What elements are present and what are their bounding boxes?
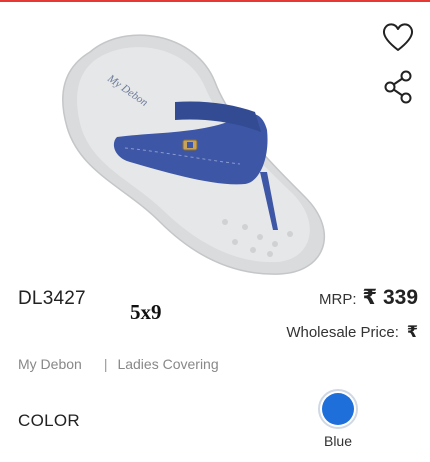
color-swatch-fill [322, 393, 354, 425]
share-button[interactable] [380, 69, 416, 105]
product-image[interactable]: My Debon [55, 22, 345, 282]
mrp-row: MRP: ₹ 339 [319, 285, 418, 310]
heart-outline-icon [382, 23, 414, 51]
product-image-area: My Debon [0, 2, 430, 277]
wholesale-price-value: ₹ [406, 324, 418, 341]
meta-divider: | [103, 356, 108, 372]
product-sku: DL3427 [18, 288, 86, 309]
mrp-value: ₹ 339 [362, 286, 418, 309]
color-swatch-name: Blue [323, 433, 353, 449]
color-section-label: COLOR [18, 411, 80, 430]
wholesale-price-label: Wholesale Price: [286, 324, 399, 341]
size-tag: 5x9 [130, 300, 162, 324]
brand-name[interactable]: My Debon [18, 356, 82, 372]
share-icon [384, 70, 412, 104]
product-meta: My Debon | Ladies Covering [18, 356, 219, 372]
color-swatch-blue[interactable] [318, 389, 358, 429]
wishlist-button[interactable] [380, 19, 416, 55]
wholesale-price-row: Wholesale Price: ₹ [286, 322, 418, 342]
mrp-label: MRP: [319, 291, 357, 308]
category-name[interactable]: Ladies Covering [117, 356, 218, 372]
